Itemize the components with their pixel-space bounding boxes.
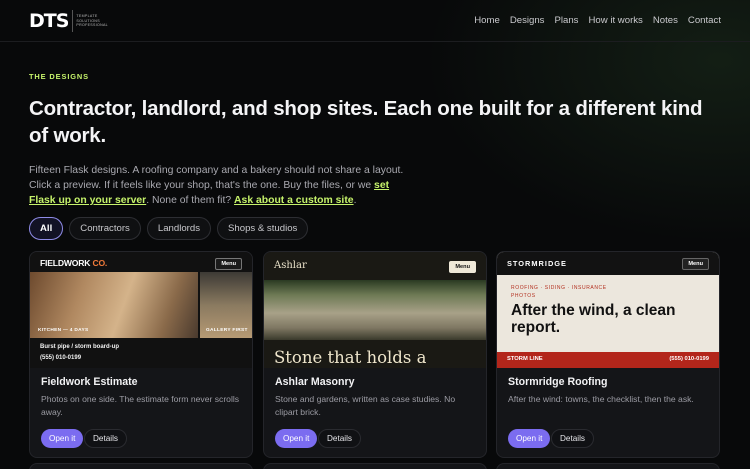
design-card-fieldwork: FIELDWORK CO. Menu KITCHEN — 4 DAYS GALL… <box>29 251 253 458</box>
logo[interactable]: DTS TEMPLATE SOLUTIONS PROFESSIONAL <box>29 9 108 33</box>
preview-brand-suffix: CO. <box>92 258 108 268</box>
preview-photo-stone-wall <box>264 280 486 340</box>
intro-paragraph: Fifteen Flask designs. A roofing company… <box>29 163 409 208</box>
preview-service-line: Burst pipe / storm board-up <box>40 344 120 350</box>
card-description: Photos on one side. The estimate form ne… <box>41 394 240 417</box>
nav-designs[interactable]: Designs <box>510 14 545 27</box>
preview-storm-bar: STORM LINE (555) 010-0199 <box>497 352 719 368</box>
design-card-next-row <box>263 463 487 469</box>
custom-site-link[interactable]: Ask about a custom site <box>234 195 354 206</box>
filter-bar: All Contractors Landlords Shops & studio… <box>29 217 309 240</box>
page-title: Contractor, landlord, and shop sites. Ea… <box>29 97 703 147</box>
preview-menu-button: Menu <box>215 258 242 270</box>
preview-phone: (555) 010-0199 <box>669 356 709 362</box>
details-button[interactable]: Details <box>84 429 128 448</box>
open-it-button[interactable]: Open it <box>508 429 551 448</box>
nav-how-it-works[interactable]: How it works <box>588 14 642 27</box>
preview-brand-name: FIELDWORK <box>40 258 91 268</box>
card-description: Stone and gardens, written as case studi… <box>275 394 456 417</box>
card-description: After the wind: towns, the checklist, th… <box>508 394 694 404</box>
card-title: Fieldwork Estimate <box>41 376 138 388</box>
section-eyebrow: THE DESIGNS <box>29 72 89 81</box>
design-preview[interactable]: STORMRIDGE Menu ROOFING · SIDING · INSUR… <box>497 252 719 368</box>
lede-text: Fifteen Flask designs. A roofing company… <box>29 165 404 191</box>
site-header: DTS TEMPLATE SOLUTIONS PROFESSIONAL Home… <box>0 0 750 42</box>
logo-wordmark: TEMPLATE SOLUTIONS PROFESSIONAL <box>72 10 108 32</box>
preview-kicker: ROOFING · SIDING · INSURANCE PHOTOS <box>511 285 607 299</box>
open-it-button[interactable]: Open it <box>41 429 84 448</box>
nav-contact[interactable]: Contact <box>688 14 721 27</box>
design-card-stormridge: STORMRIDGE Menu ROOFING · SIDING · INSUR… <box>496 251 720 458</box>
details-button[interactable]: Details <box>318 429 362 448</box>
design-preview[interactable]: Ashlar Menu Stone that holds a <box>264 252 486 368</box>
preview-headline: Stone that holds a <box>274 348 427 367</box>
nav-home[interactable]: Home <box>474 14 500 27</box>
design-card-next-row <box>29 463 253 469</box>
open-it-button[interactable]: Open it <box>275 429 318 448</box>
nav-notes[interactable]: Notes <box>653 14 678 27</box>
filter-landlords[interactable]: Landlords <box>146 217 211 240</box>
filter-shops-studios[interactable]: Shops & studios <box>217 217 309 240</box>
design-card-next-row <box>496 463 720 469</box>
preview-caption: KITCHEN — 4 DAYS <box>38 328 89 333</box>
details-button[interactable]: Details <box>551 429 595 448</box>
preview-phone: (555) 010-0199 <box>40 355 82 361</box>
preview-storm-line-label: STORM LINE <box>507 356 543 362</box>
design-preview[interactable]: FIELDWORK CO. Menu KITCHEN — 4 DAYS GALL… <box>30 252 252 368</box>
filter-all[interactable]: All <box>29 217 64 240</box>
design-card-ashlar: Ashlar Menu Stone that holds a Ashlar Ma… <box>263 251 487 458</box>
lede-text: . None of them fit? <box>146 195 235 206</box>
main-nav: Home Designs Plans How it works Notes Co… <box>474 14 721 27</box>
lede-text: . <box>353 195 357 206</box>
logo-line: PROFESSIONAL <box>76 23 108 28</box>
preview-menu-button: Menu <box>449 261 476 273</box>
preview-headline: After the wind, a clean report. <box>511 302 676 336</box>
logo-mark: DTS <box>29 10 69 32</box>
preview-brand: FIELDWORK CO. <box>40 258 107 268</box>
preview-brand: Ashlar <box>274 260 307 271</box>
nav-plans[interactable]: Plans <box>554 14 578 27</box>
preview-brand: STORMRIDGE <box>507 259 567 268</box>
preview-caption: GALLERY FIRST <box>206 328 248 333</box>
card-title: Ashlar Masonry <box>275 376 355 388</box>
filter-contractors[interactable]: Contractors <box>69 217 141 240</box>
card-title: Stormridge Roofing <box>508 376 608 388</box>
preview-menu-button: Menu <box>682 258 709 270</box>
